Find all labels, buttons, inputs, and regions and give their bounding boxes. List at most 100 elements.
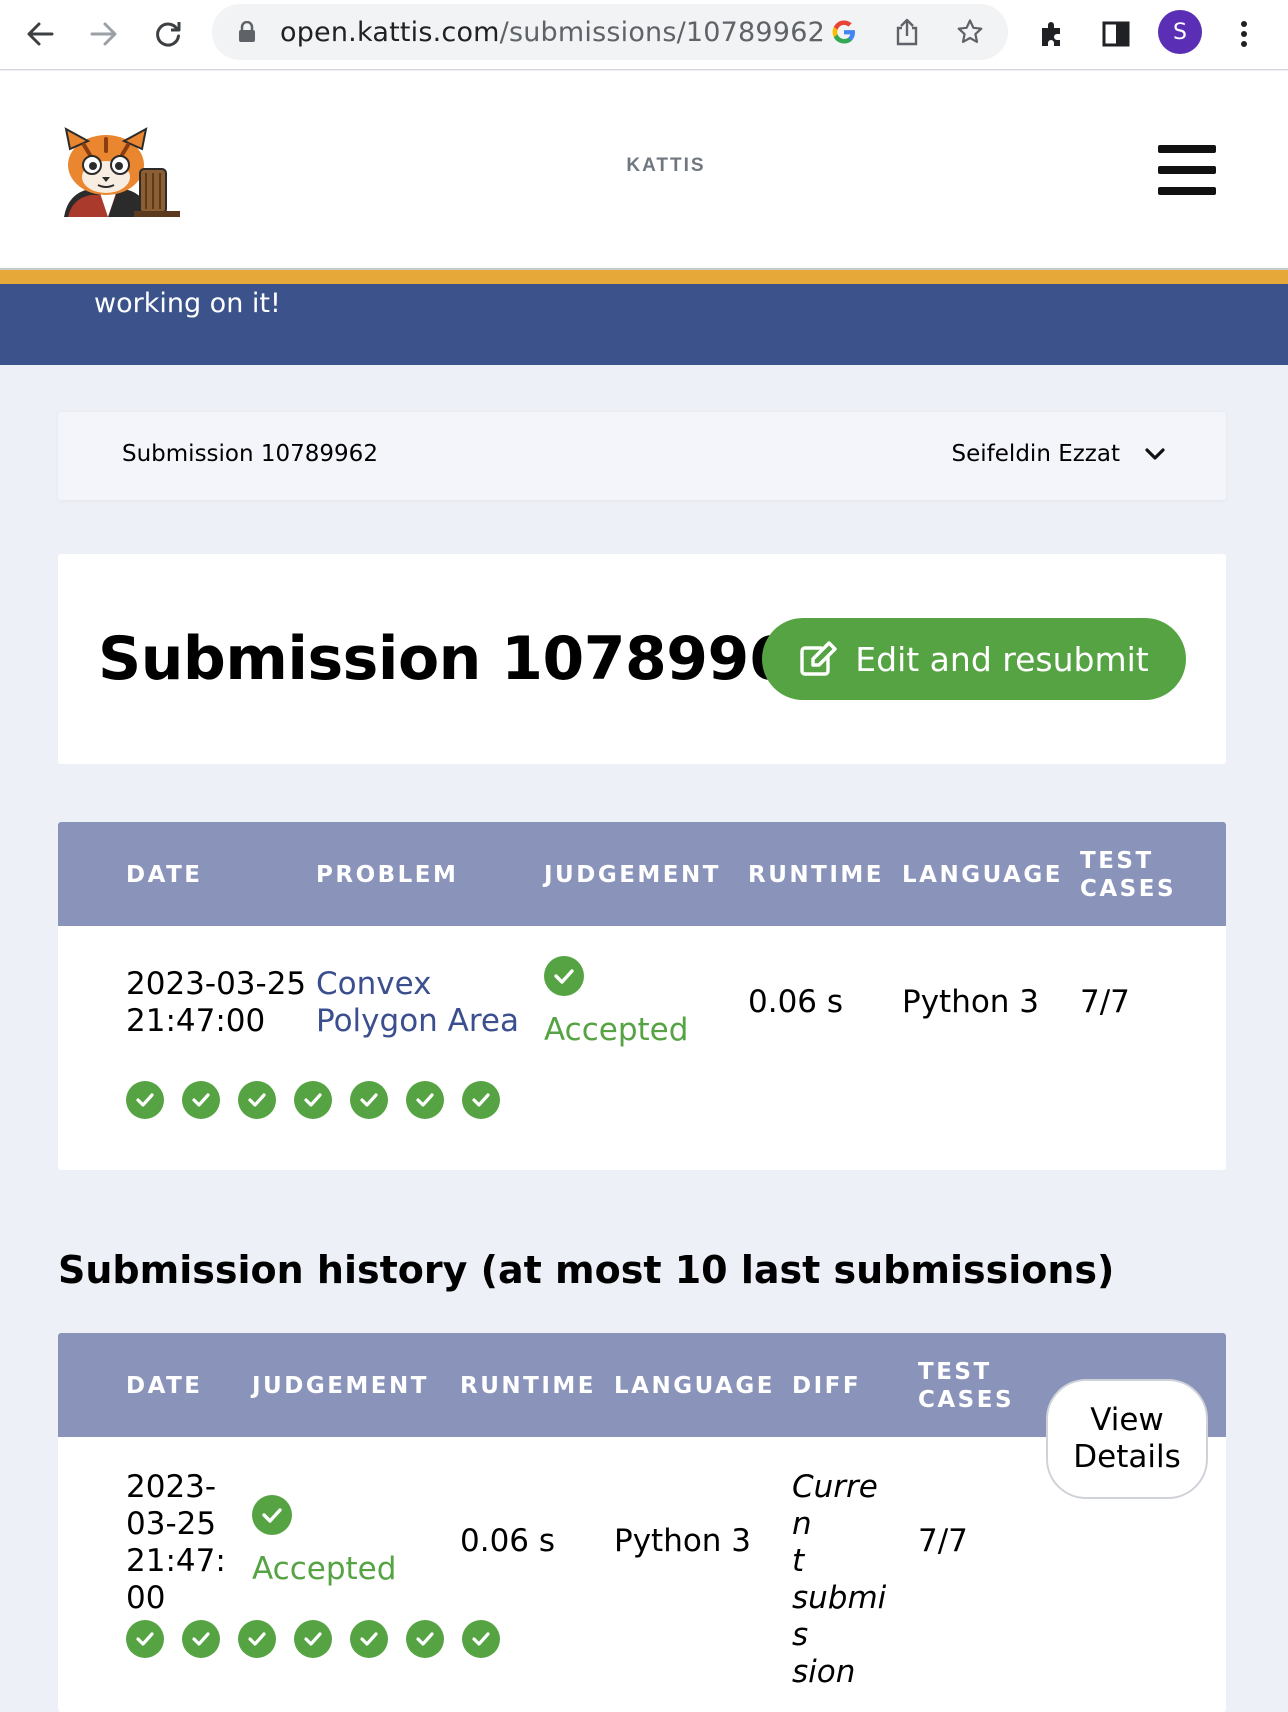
kattis-logo[interactable] [54, 127, 186, 219]
menu-button[interactable] [1158, 145, 1216, 195]
column-header-test-cases: TEST CASES [918, 1358, 1014, 1414]
back-button[interactable] [18, 12, 62, 56]
column-header-test-cases-line: CASES [918, 1387, 1015, 1413]
submission-title-card: Submission 10789962 Edit and resubmit [58, 554, 1226, 764]
table-header: DATE PROBLEM JUDGEMENT RUNTIME LANGUAGE … [58, 822, 1226, 926]
column-header-test-cases-line: TEST [1080, 848, 1154, 874]
edit-and-resubmit-button[interactable]: Edit and resubmit [762, 618, 1186, 700]
test-case-passed-icon[interactable] [350, 1620, 388, 1658]
diff-line: submis [792, 1580, 887, 1653]
time-line: 21:47: [126, 1543, 226, 1579]
profile-avatar[interactable]: S [1158, 10, 1202, 54]
test-case-passed-icon[interactable] [350, 1081, 388, 1119]
language-value: Python 3 [614, 1523, 752, 1559]
diff-line: sion [792, 1654, 856, 1690]
column-header-judgement: JUDGEMENT [544, 862, 721, 888]
column-header-runtime: RUNTIME [460, 1373, 596, 1399]
column-header-runtime: RUNTIME [748, 862, 884, 888]
breadcrumb-title: Submission 10789962 [122, 441, 378, 467]
judgement-status: Accepted [544, 1012, 689, 1048]
time-line: 00 [126, 1580, 166, 1616]
problem-link-line: Polygon Area [316, 1003, 519, 1039]
arrow-right-icon [90, 22, 117, 46]
url-text: open.kattis.com/submissions/10789962 [280, 17, 825, 48]
browser-menu-button[interactable] [1222, 12, 1266, 56]
history-heading: Submission history (at most 10 last subm… [58, 1248, 1115, 1292]
hamburger-icon-bar [1158, 166, 1216, 174]
column-header-judgement: JUDGEMENT [252, 1373, 429, 1399]
history-table: DATE JUDGEMENT RUNTIME LANGUAGE DIFF TES… [58, 1333, 1226, 1712]
breadcrumb: Submission 10789962 Seifeldin Ezzat [58, 412, 1226, 500]
url-host: open.kattis.com [280, 17, 500, 48]
submission-date: 2023-03-25 21:47:00 [126, 966, 306, 1040]
column-header-test-cases-line: CASES [1080, 876, 1177, 902]
notice-text: working on it! [94, 288, 281, 319]
diff-line: Curren [792, 1469, 878, 1542]
diff-line: t [792, 1543, 805, 1579]
column-header-language: LANGUAGE [614, 1373, 775, 1399]
google-lens-button[interactable] [828, 16, 860, 48]
address-bar[interactable]: open.kattis.com/submissions/10789962 [212, 4, 1008, 60]
extensions-button[interactable] [1030, 12, 1074, 56]
chevron-down-icon[interactable] [1144, 446, 1166, 462]
edit-icon [800, 641, 837, 676]
brand-name[interactable]: KATTIS [596, 155, 736, 177]
edit-button-label: Edit and resubmit [855, 639, 1149, 679]
accepted-check-icon [252, 1495, 292, 1535]
star-icon [957, 19, 983, 43]
site-header: KATTIS [0, 71, 1288, 268]
test-case-passed-icon[interactable] [126, 1081, 164, 1119]
problem-link-line: Convex [316, 966, 432, 1002]
test-case-passed-icon[interactable] [294, 1081, 332, 1119]
test-cases-value: 7/7 [918, 1523, 968, 1559]
test-case-passed-icon[interactable] [238, 1620, 276, 1658]
column-header-date: DATE [126, 1373, 203, 1399]
accepted-check-icon [544, 956, 584, 996]
reload-button[interactable] [146, 12, 190, 56]
diff-value: Curren t submis sion [792, 1469, 892, 1691]
column-header-date: DATE [126, 862, 203, 888]
google-icon [832, 20, 855, 44]
bookmark-button[interactable] [954, 16, 986, 48]
view-details-button[interactable]: View Details [1046, 1379, 1208, 1499]
forward-button[interactable] [82, 12, 126, 56]
runtime-value: 0.06 s [460, 1523, 556, 1559]
share-icon [896, 18, 918, 46]
share-button[interactable] [891, 16, 923, 48]
judgement-status: Accepted [252, 1551, 397, 1587]
view-details-label: View [1090, 1402, 1164, 1438]
arrow-left-icon [27, 22, 54, 46]
more-vertical-icon [1241, 21, 1247, 47]
runtime-value: 0.06 s [748, 984, 844, 1020]
date-line: 2023-03-25 [126, 966, 307, 1002]
hamburger-icon-bar [1158, 187, 1216, 195]
notice-banner: working on it! [0, 284, 1288, 365]
test-case-passed-icon[interactable] [294, 1620, 332, 1658]
test-case-passed-icon[interactable] [462, 1620, 500, 1658]
test-case-passed-icon[interactable] [182, 1081, 220, 1119]
problem-link[interactable]: Convex Polygon Area [316, 966, 519, 1040]
submission-table: DATE PROBLEM JUDGEMENT RUNTIME LANGUAGE … [58, 822, 1226, 1170]
column-header-test-cases-line: TEST [918, 1359, 992, 1385]
test-case-passed-icon[interactable] [238, 1081, 276, 1119]
side-panel-button[interactable] [1094, 12, 1138, 56]
test-cases-value: 7/7 [1080, 984, 1130, 1020]
user-menu-label[interactable]: Seifeldin Ezzat [952, 441, 1120, 467]
test-case-passed-icon[interactable] [126, 1620, 164, 1658]
puzzle-icon [1042, 22, 1060, 46]
page-title: Submission 10789962 [98, 624, 832, 694]
language-value: Python 3 [902, 984, 1040, 1020]
test-case-passed-icon[interactable] [406, 1081, 444, 1119]
time-line: 21:47:00 [126, 1003, 266, 1039]
url-path: /submissions/10789962 [499, 17, 825, 48]
test-case-passed-icon[interactable] [462, 1081, 500, 1119]
hamburger-icon-bar [1158, 145, 1216, 153]
view-details-label: Details [1073, 1439, 1181, 1475]
column-header-problem: PROBLEM [316, 862, 459, 888]
history-date: 2023- 03-25 21:47: 00 [126, 1469, 226, 1617]
test-case-passed-icon[interactable] [182, 1620, 220, 1658]
side-panel-icon [1102, 21, 1130, 47]
accent-divider [0, 268, 1288, 284]
test-case-passed-icon[interactable] [406, 1620, 444, 1658]
date-line: 03-25 [126, 1506, 217, 1542]
